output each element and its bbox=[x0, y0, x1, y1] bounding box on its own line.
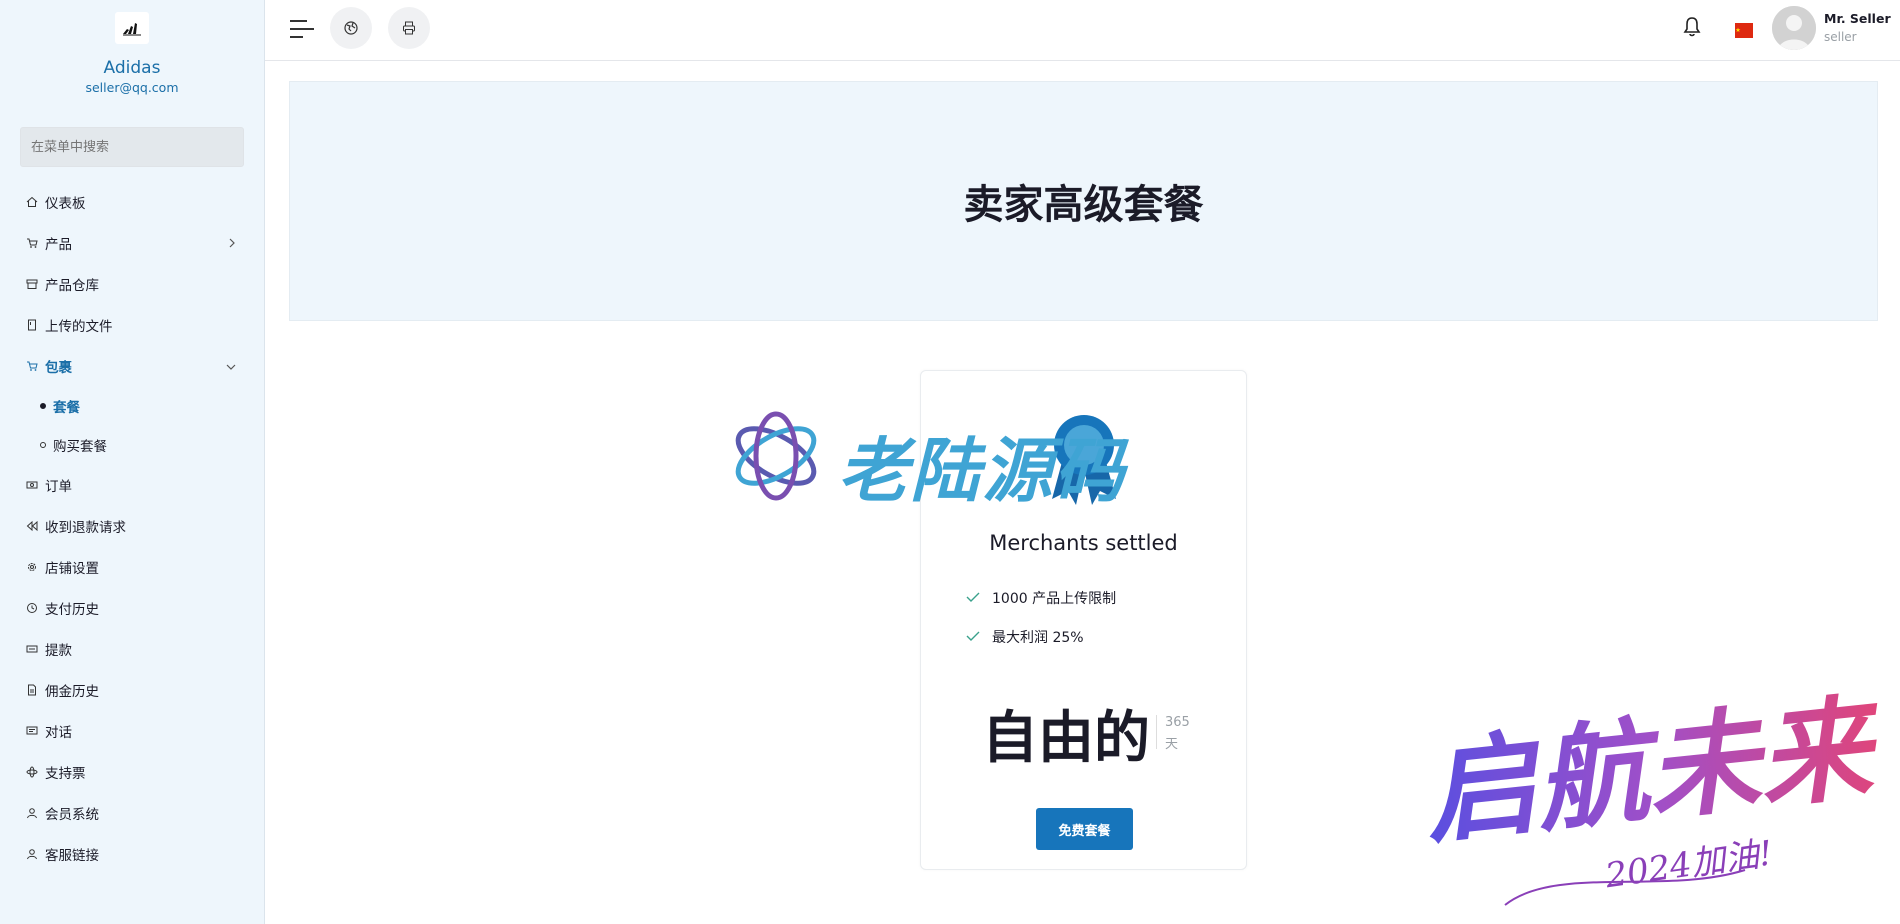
sidebar-item-label: 收到退款请求 bbox=[45, 519, 126, 536]
globe-button[interactable] bbox=[330, 7, 372, 49]
user-icon bbox=[26, 807, 38, 819]
sidebar-item-label: 佣金历史 bbox=[45, 683, 99, 700]
sidebar-item-label: 支持票 bbox=[45, 765, 86, 782]
check-icon bbox=[966, 629, 980, 645]
page-title: 卖家高级套餐 bbox=[963, 182, 1204, 228]
package-price: 自由的 bbox=[982, 706, 1150, 771]
sidebar-menu: 仪表板 产品 产品仓库 上传的文件 包裹 套餐 购买套餐 订单 收到退款请求 店… bbox=[0, 181, 264, 874]
history-icon bbox=[26, 602, 38, 614]
sidebar-item-shop-settings[interactable]: 店铺设置 bbox=[0, 546, 264, 587]
brand-name: Adidas bbox=[103, 58, 161, 78]
user-role: seller bbox=[1824, 30, 1857, 44]
sidebar-item-conversations[interactable]: 对话 bbox=[0, 710, 264, 751]
chevron-down-icon bbox=[226, 359, 236, 375]
brand-email: seller@qq.com bbox=[85, 80, 179, 95]
package-feature: 最大利润 25% bbox=[966, 627, 1084, 647]
package-duration-unit: 天 bbox=[1165, 737, 1179, 752]
cart-icon bbox=[26, 360, 38, 372]
watermark-top-text: 老陆源码 bbox=[838, 430, 1126, 512]
chevron-right-icon bbox=[228, 236, 236, 252]
sidebar-item-commission-history[interactable]: 佣金历史 bbox=[0, 669, 264, 710]
bullet-icon bbox=[40, 402, 46, 409]
sidebar-item-dashboard[interactable]: 仪表板 bbox=[0, 181, 264, 222]
globe-icon bbox=[344, 21, 358, 35]
sidebar-item-withdraw[interactable]: 提款 bbox=[0, 628, 264, 669]
sidebar-subitem-label: 购买套餐 bbox=[53, 438, 107, 455]
sidebar-item-membership[interactable]: 会员系统 bbox=[0, 792, 264, 833]
sidebar-item-service-link[interactable]: 客服链接 bbox=[0, 833, 264, 874]
avatar-icon bbox=[1772, 6, 1816, 50]
package-feature-text: 最大利润 25% bbox=[992, 630, 1084, 646]
home-icon bbox=[26, 196, 38, 208]
cart-icon bbox=[26, 237, 38, 249]
money-icon bbox=[26, 479, 38, 491]
cash-icon bbox=[26, 643, 38, 655]
sidebar-item-payment-history[interactable]: 支付历史 bbox=[0, 587, 264, 628]
sidebar-item-label: 店铺设置 bbox=[45, 560, 99, 577]
package-feature: 1000 产品上传限制 bbox=[966, 588, 1116, 608]
print-button[interactable] bbox=[388, 7, 430, 49]
document-icon bbox=[26, 684, 38, 696]
watermark-logo-icon bbox=[728, 407, 824, 509]
brand-logo[interactable] bbox=[115, 12, 149, 44]
rewind-icon bbox=[26, 520, 38, 532]
printer-icon bbox=[403, 21, 415, 35]
svg-text:启航未来: 启航未来 bbox=[1418, 681, 1885, 859]
sidebar-item-label: 会员系统 bbox=[45, 806, 99, 823]
svg-text:2024加油!: 2024加油! bbox=[1602, 833, 1775, 896]
package-feature-text: 1000 产品上传限制 bbox=[992, 591, 1117, 607]
bullet-icon bbox=[40, 441, 46, 448]
brand: Adidas seller@qq.com bbox=[0, 0, 264, 95]
sidebar-item-warehouse[interactable]: 产品仓库 bbox=[0, 263, 264, 304]
user-avatar[interactable] bbox=[1772, 6, 1816, 50]
check-icon bbox=[966, 590, 980, 606]
atom-icon bbox=[26, 766, 38, 778]
sidebar: Adidas seller@qq.com 仪表板 产品 产品仓库 上传的文件 包… bbox=[0, 0, 265, 924]
chat-icon bbox=[26, 725, 38, 737]
sidebar-item-label: 支付历史 bbox=[45, 601, 99, 618]
notification-bell-icon[interactable] bbox=[1683, 16, 1701, 42]
sidebar-item-label: 提款 bbox=[45, 642, 72, 659]
sidebar-subitem-buy-package[interactable]: 购买套餐 bbox=[0, 425, 264, 464]
cog-icon bbox=[26, 561, 38, 573]
package-name: Merchants settled bbox=[989, 531, 1178, 555]
free-package-button[interactable]: 免费套餐 bbox=[1036, 808, 1133, 850]
china-flag-icon[interactable] bbox=[1735, 23, 1753, 38]
page-hero: 卖家高级套餐 bbox=[289, 81, 1878, 321]
sidebar-item-label: 上传的文件 bbox=[45, 318, 113, 335]
sidebar-item-label: 包裹 bbox=[45, 359, 72, 376]
price-divider bbox=[1156, 715, 1157, 749]
user-name[interactable]: Mr. Seller bbox=[1824, 11, 1891, 26]
hamburger-menu-icon[interactable] bbox=[289, 17, 315, 41]
watermark-calligraphy: 启航未来 2024加油! bbox=[1415, 665, 1889, 919]
sidebar-item-uploads[interactable]: 上传的文件 bbox=[0, 304, 264, 345]
sidebar-item-label: 产品仓库 bbox=[45, 277, 99, 294]
sidebar-subitem-label: 套餐 bbox=[53, 399, 80, 416]
sidebar-item-label: 产品 bbox=[45, 236, 72, 253]
adidas-logo-icon bbox=[123, 23, 141, 36]
package-duration-value: 365 bbox=[1165, 715, 1190, 730]
sidebar-item-label: 订单 bbox=[45, 478, 72, 495]
sidebar-item-label: 仪表板 bbox=[45, 195, 86, 212]
sidebar-item-orders[interactable]: 订单 bbox=[0, 464, 264, 505]
sidebar-item-label: 客服链接 bbox=[45, 847, 99, 864]
sidebar-item-refunds[interactable]: 收到退款请求 bbox=[0, 505, 264, 546]
sidebar-item-label: 对话 bbox=[45, 724, 72, 741]
user-icon bbox=[26, 848, 38, 860]
file-icon bbox=[26, 319, 38, 331]
sidebar-item-products[interactable]: 产品 bbox=[0, 222, 264, 263]
archive-icon bbox=[26, 278, 38, 290]
sidebar-item-support-tickets[interactable]: 支持票 bbox=[0, 751, 264, 792]
topbar: Mr. Seller seller bbox=[265, 0, 1900, 61]
menu-search-input[interactable] bbox=[20, 127, 244, 167]
sidebar-subitem-package[interactable]: 套餐 bbox=[0, 386, 264, 425]
sidebar-item-packages[interactable]: 包裹 bbox=[0, 345, 264, 386]
